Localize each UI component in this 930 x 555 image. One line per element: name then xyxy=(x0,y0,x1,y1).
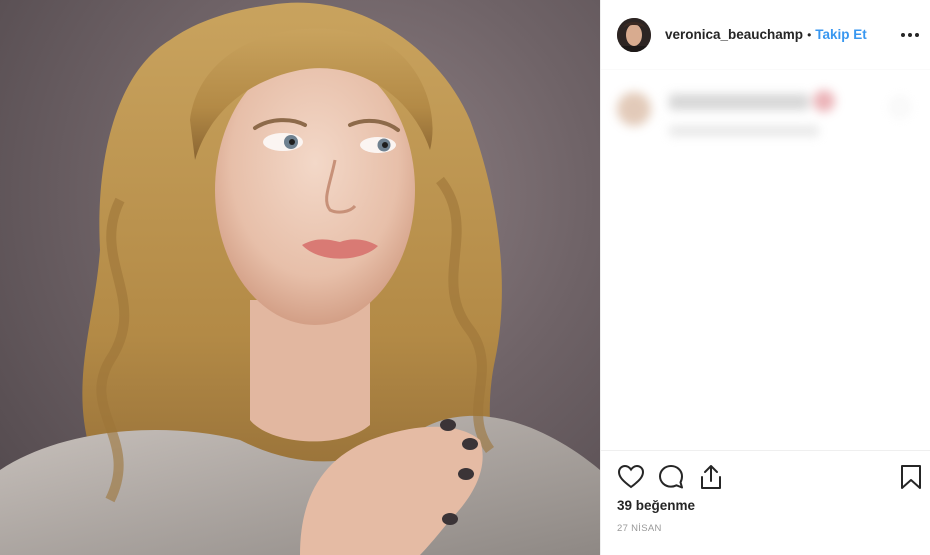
avatar-image xyxy=(617,17,651,52)
post-header: veronica_beauchamp • Takip Et xyxy=(601,0,930,70)
avatar[interactable] xyxy=(617,17,651,52)
follow-button[interactable]: Takip Et xyxy=(815,27,867,42)
post-photo[interactable] xyxy=(0,0,600,555)
blurred-heart-icon xyxy=(891,98,909,116)
instagram-post: veronica_beauchamp • Takip Et 39 beğenme… xyxy=(0,0,930,555)
more-dot xyxy=(908,33,912,37)
comment-icon[interactable] xyxy=(657,463,685,491)
blurred-badge xyxy=(813,90,835,112)
blurred-meta xyxy=(669,126,819,136)
post-date[interactable]: 27 NİSAN xyxy=(617,523,662,534)
more-options-icon[interactable] xyxy=(901,26,919,44)
likes-count[interactable]: 39 beğenme xyxy=(617,498,695,513)
action-icons xyxy=(617,463,921,491)
username-link[interactable]: veronica_beauchamp xyxy=(665,27,803,42)
more-dot xyxy=(901,33,905,37)
portrait-illustration xyxy=(0,2,600,555)
more-dot xyxy=(915,33,919,37)
post-side-panel: veronica_beauchamp • Takip Et 39 beğenme… xyxy=(600,0,930,555)
blurred-comment xyxy=(615,86,920,156)
blurred-text xyxy=(669,94,809,110)
post-actions: 39 beğenme 27 NİSAN xyxy=(601,450,930,555)
bookmark-icon[interactable] xyxy=(897,463,925,491)
share-icon[interactable] xyxy=(697,463,725,491)
blurred-avatar xyxy=(617,92,651,126)
heart-icon[interactable] xyxy=(617,463,645,491)
separator-dot: • xyxy=(807,27,812,42)
